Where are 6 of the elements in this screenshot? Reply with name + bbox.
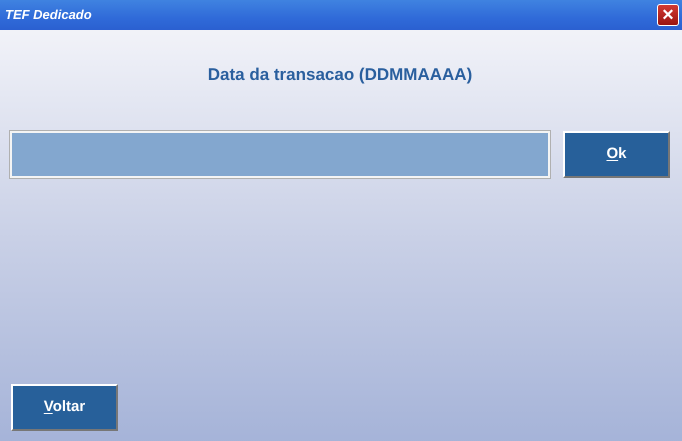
ok-button[interactable]: Ok xyxy=(563,130,670,178)
close-button[interactable]: × xyxy=(657,4,679,26)
prompt-text: Data da transacao (DDMMAAAA) xyxy=(206,64,474,86)
back-button[interactable]: Voltar xyxy=(11,384,118,431)
window-title: TEF Dedicado xyxy=(5,6,92,24)
input-field[interactable] xyxy=(10,130,550,178)
